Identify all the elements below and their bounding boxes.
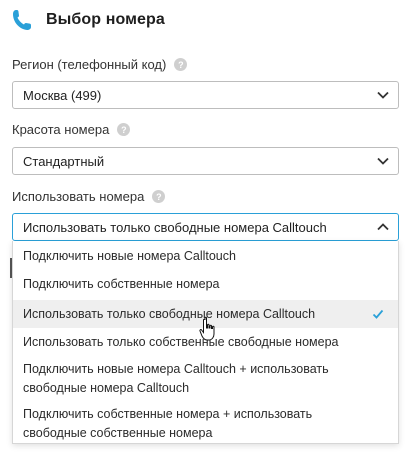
usage-select[interactable]: Использовать только свободные номера Cal… (12, 213, 399, 241)
usage-label: Использовать номера (12, 189, 145, 204)
chevron-down-icon (377, 157, 389, 165)
usage-dropdown-list: Подключить новые номера Calltouch Подклю… (12, 241, 399, 444)
beauty-value: Стандартный (23, 153, 105, 169)
dropdown-option[interactable]: Подключить новые номера Calltouch + испо… (13, 359, 398, 399)
region-select[interactable]: Москва (499) (12, 81, 399, 109)
usage-label-row: Использовать номера ? (12, 189, 166, 204)
dropdown-option[interactable]: Подключить новые номера Calltouch (13, 245, 398, 267)
help-icon[interactable]: ? (174, 58, 188, 71)
chevron-up-icon (377, 223, 389, 231)
page-title: Выбор номера (46, 11, 165, 28)
dropdown-option[interactable]: Подключить собственные номера + использо… (13, 404, 398, 443)
beauty-label: Красота номера (12, 122, 110, 137)
help-icon[interactable]: ? (152, 190, 166, 203)
region-value: Москва (499) (23, 87, 102, 103)
beauty-select[interactable]: Стандартный (12, 147, 399, 175)
chevron-down-icon (377, 91, 389, 99)
checkmark-icon (372, 309, 384, 319)
region-label-row: Регион (телефонный код) ? (12, 57, 188, 72)
usage-value: Использовать только свободные номера Cal… (23, 219, 327, 235)
region-label: Регион (телефонный код) (12, 57, 167, 72)
phone-icon (13, 10, 31, 30)
hand-cursor-icon (199, 316, 215, 341)
beauty-label-row: Красота номера ? (12, 122, 131, 137)
help-icon[interactable]: ? (117, 123, 131, 136)
section-header: Выбор номера (12, 6, 165, 34)
dropdown-option[interactable]: Подключить собственные номера (13, 273, 398, 295)
